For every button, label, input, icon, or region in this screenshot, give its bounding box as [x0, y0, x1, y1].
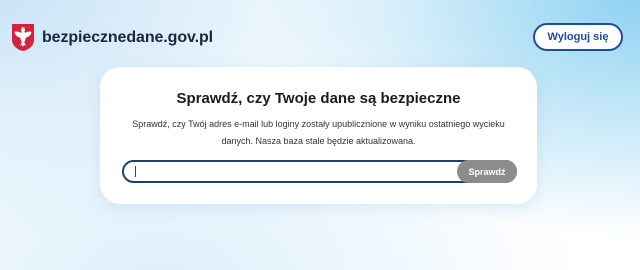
check-button[interactable]: Sprawdź — [457, 160, 517, 183]
search-bar: Sprawdź — [122, 160, 517, 183]
site-header: bezpiecznedane.gov.pl Wyloguj się — [0, 0, 640, 72]
page-title: Sprawdź, czy Twoje dane są bezpieczne — [176, 90, 461, 107]
check-description: Sprawdź, czy Twój adres e-mail lub login… — [132, 119, 505, 146]
polish-eagle-emblem-icon — [12, 24, 34, 51]
site-name: bezpiecznedane.gov.pl — [42, 28, 213, 46]
logout-button[interactable]: Wyloguj się — [533, 23, 623, 51]
check-card: Sprawdź, czy Twoje dane są bezpieczne Sp… — [100, 67, 537, 204]
site-logo[interactable]: bezpiecznedane.gov.pl — [11, 23, 213, 52]
text-cursor — [135, 166, 136, 177]
